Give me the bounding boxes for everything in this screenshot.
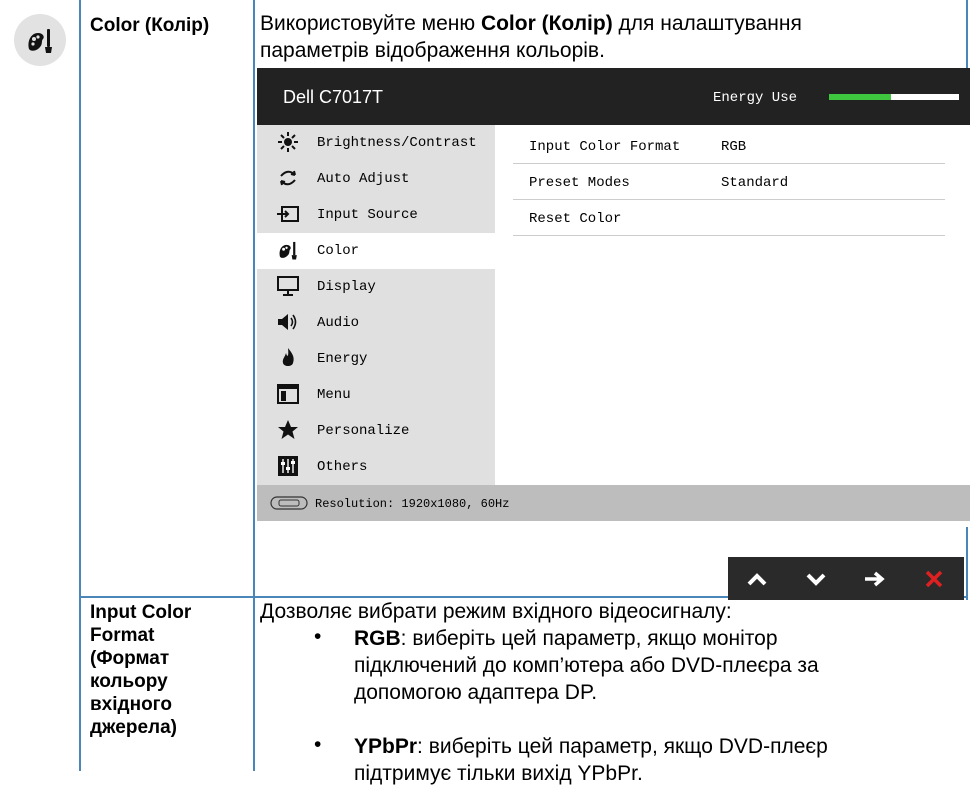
star-icon xyxy=(277,419,299,441)
osd-footer: Resolution: 1920x1080, 60Hz xyxy=(257,485,970,521)
hdmi-port-icon xyxy=(269,495,309,515)
desc-suffix: для налаштування xyxy=(612,12,802,35)
term-line: Input Color xyxy=(90,602,192,623)
osd-menu-item-color[interactable]: Color xyxy=(257,233,495,269)
desc-bold: Color (Колір) xyxy=(480,12,613,35)
osd-submenu-row[interactable]: Input Color Format RGB xyxy=(513,129,945,164)
menu-window-icon xyxy=(277,383,299,405)
chevron-down-button[interactable] xyxy=(787,557,845,600)
osd-submenu-value: Standard xyxy=(721,175,789,191)
term-line: кольору xyxy=(90,671,168,692)
osd-menu-item-menu[interactable]: Menu xyxy=(257,377,495,413)
energy-use-label: Energy Use xyxy=(713,90,798,106)
color-term: Color (Колір) xyxy=(90,15,210,36)
arrow-right-icon xyxy=(865,571,885,586)
osd-submenu-key: Preset Modes xyxy=(529,175,630,191)
resolution-text: Resolution: 1920x1080, 60Hz xyxy=(315,497,510,511)
osd-submenu-key: Input Color Format xyxy=(529,139,681,155)
osd-menu-item-audio[interactable]: Audio xyxy=(257,305,495,341)
bullet-text: YPbPr: виберіть цей параметр, якщо DVD-п… xyxy=(354,735,828,785)
osd-submenu-key: Reset Color xyxy=(529,211,622,227)
input-color-format-term: Input Color Format (Формат кольору вхідного д… xyxy=(90,601,191,739)
osd-menu-item-label: Others xyxy=(317,459,368,475)
term-line: Format xyxy=(90,625,155,646)
chevron-down-icon xyxy=(806,573,826,586)
osd-submenu: Input Color Format RGB Preset Modes Standar… xyxy=(495,125,970,485)
osd-submenu-value: RGB xyxy=(721,139,747,155)
osd-menu-item-energy[interactable]: Energy xyxy=(257,341,495,377)
term-line: (Формат xyxy=(90,648,170,669)
osd-menu-item-label: Energy xyxy=(317,351,368,367)
bullet-marker: • xyxy=(314,625,322,648)
sun-icon xyxy=(277,131,299,153)
speaker-icon xyxy=(277,311,299,333)
input-source-icon xyxy=(277,203,299,225)
osd-menu-item-others[interactable]: Others xyxy=(257,449,495,485)
term-line: вхідного xyxy=(90,694,172,715)
desc-prefix: Використовуйте меню xyxy=(260,12,481,35)
osd-menu-item-input-source[interactable]: Input Source xyxy=(257,197,495,233)
input-color-format-intro: Дозволяє вибрати режим вхідного відеосиг… xyxy=(260,600,732,623)
table-border-left xyxy=(79,0,81,771)
osd-submenu-row[interactable]: Reset Color xyxy=(513,201,945,236)
osd-menu-item-auto-adjust[interactable]: Auto Adjust xyxy=(257,161,495,197)
bullet-text: RGB: виберіть цей параметр, якщо монітор… xyxy=(354,627,819,704)
osd-menu-item-label: Brightness/Contrast xyxy=(317,135,477,151)
osd-menu-item-label: Input Source xyxy=(317,207,418,223)
flame-icon xyxy=(277,347,299,369)
display-monitor-icon xyxy=(277,275,299,297)
osd-button-bar xyxy=(728,557,964,600)
monitor-model: Dell C7017T xyxy=(283,87,384,107)
osd-menu-item-display[interactable]: Display xyxy=(257,269,495,305)
auto-adjust-icon xyxy=(277,167,299,189)
bullet-marker: • xyxy=(314,733,322,756)
sliders-icon xyxy=(277,455,299,477)
osd-submenu-row[interactable]: Preset Modes Standard xyxy=(513,165,945,200)
osd-main-menu: Brightness/Contrast Auto Adjust Input Sour… xyxy=(257,125,495,485)
osd-menu-item-label: Auto Adjust xyxy=(317,171,410,187)
osd-menu-item-personalize[interactable]: Personalize xyxy=(257,413,495,449)
close-button[interactable] xyxy=(905,557,963,600)
energy-use-fill xyxy=(829,94,892,100)
energy-use-bar xyxy=(829,94,959,100)
osd-menu-item-label: Menu xyxy=(317,387,351,403)
chevron-up-icon xyxy=(747,572,767,585)
arrow-right-button[interactable] xyxy=(846,557,904,600)
desc-line2: параметрів відображення кольорів. xyxy=(260,39,605,62)
color-palette-icon xyxy=(14,14,66,66)
color-palette-icon xyxy=(277,239,299,261)
osd-menu-item-label: Audio xyxy=(317,315,360,331)
osd-menu-item-label: Color xyxy=(317,243,360,259)
table-border-mid xyxy=(253,0,255,771)
osd-menu-screenshot: Dell C7017T Energy Use Brightness/Contra… xyxy=(257,68,970,527)
osd-menu-item-brightness-contrast[interactable]: Brightness/Contrast xyxy=(257,125,495,161)
close-icon xyxy=(925,570,943,587)
osd-header: Dell C7017T Energy Use xyxy=(257,68,970,125)
term-line: джерела) xyxy=(90,717,177,738)
osd-menu-item-label: Display xyxy=(317,279,376,295)
osd-menu-item-label: Personalize xyxy=(317,423,410,439)
color-description: Використовуйте меню Color (Колір) для на… xyxy=(260,10,960,64)
chevron-up-button[interactable] xyxy=(728,557,786,600)
